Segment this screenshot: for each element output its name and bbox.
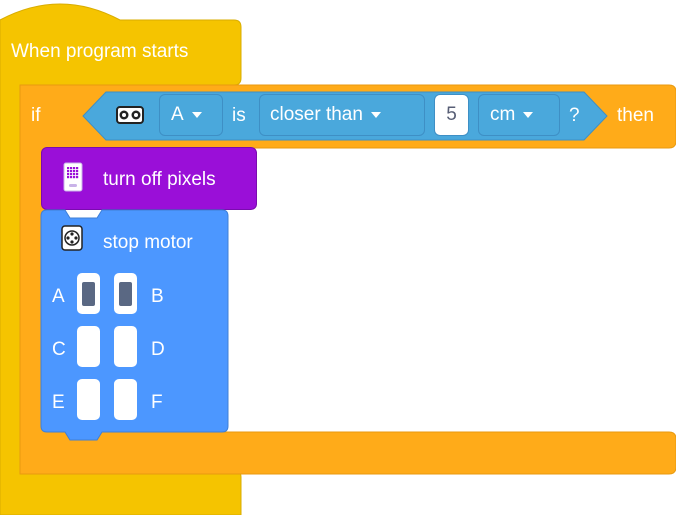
port-letter-f: F <box>151 392 163 413</box>
port-letter-d: D <box>151 339 165 360</box>
port-b-selected-indicator <box>119 282 132 306</box>
port-letter-b: B <box>151 286 164 307</box>
stop-motor-label: stop motor <box>103 232 193 253</box>
port-b-toggle[interactable] <box>114 273 137 314</box>
port-a-selected-indicator <box>82 282 95 306</box>
port-f-toggle[interactable] <box>114 379 137 420</box>
port-letter-e: E <box>52 392 65 413</box>
stop-motor-block[interactable] <box>0 0 676 515</box>
port-d-toggle[interactable] <box>114 326 137 367</box>
port-letter-c: C <box>52 339 66 360</box>
port-a-toggle[interactable] <box>77 273 100 314</box>
port-e-toggle[interactable] <box>77 379 100 420</box>
motor-icon <box>61 225 83 251</box>
port-letter-a: A <box>52 286 65 307</box>
port-c-toggle[interactable] <box>77 326 100 367</box>
